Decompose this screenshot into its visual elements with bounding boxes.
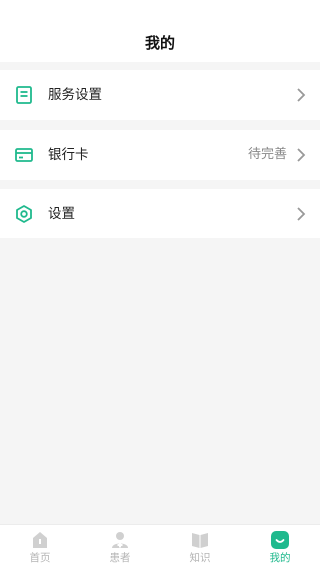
card-icon (15, 148, 33, 162)
book-icon (192, 533, 208, 548)
menu-item-service-settings[interactable]: 服务设置 (0, 70, 320, 120)
tab-patients[interactable]: 患者 (80, 525, 160, 567)
smile-icon (271, 531, 289, 549)
bank-card-status: 待完善 (247, 147, 287, 162)
empty-content-area (0, 238, 320, 524)
chevron-right-icon (297, 148, 306, 162)
chevron-right-icon (297, 207, 306, 221)
tab-label: 首页 (29, 552, 51, 564)
page-title: 我的 (144, 34, 175, 52)
bottom-tab-bar: 首页 患者 知识 我的 (0, 524, 320, 567)
menu-item-settings[interactable]: 设置 (0, 189, 320, 239)
home-icon (33, 532, 47, 548)
tab-knowledge[interactable]: 知识 (160, 525, 240, 567)
tab-label: 知识 (189, 552, 211, 564)
menu-item-label: 服务设置 (48, 87, 102, 103)
bookmark-icon (16, 86, 32, 104)
chevron-right-icon (297, 88, 306, 102)
top-bar: 我的 (0, 0, 320, 62)
tab-label: 我的 (269, 552, 291, 564)
settings-icon (16, 205, 32, 223)
menu-item-bank-card[interactable]: 银行卡 待完善 (0, 130, 320, 180)
patient-icon (112, 532, 128, 548)
tab-home[interactable]: 首页 (0, 525, 80, 567)
menu-item-label: 设置 (48, 206, 75, 222)
menu-item-label: 银行卡 (48, 147, 89, 163)
tab-mine[interactable]: 我的 (240, 525, 320, 567)
tab-label: 患者 (109, 552, 131, 564)
